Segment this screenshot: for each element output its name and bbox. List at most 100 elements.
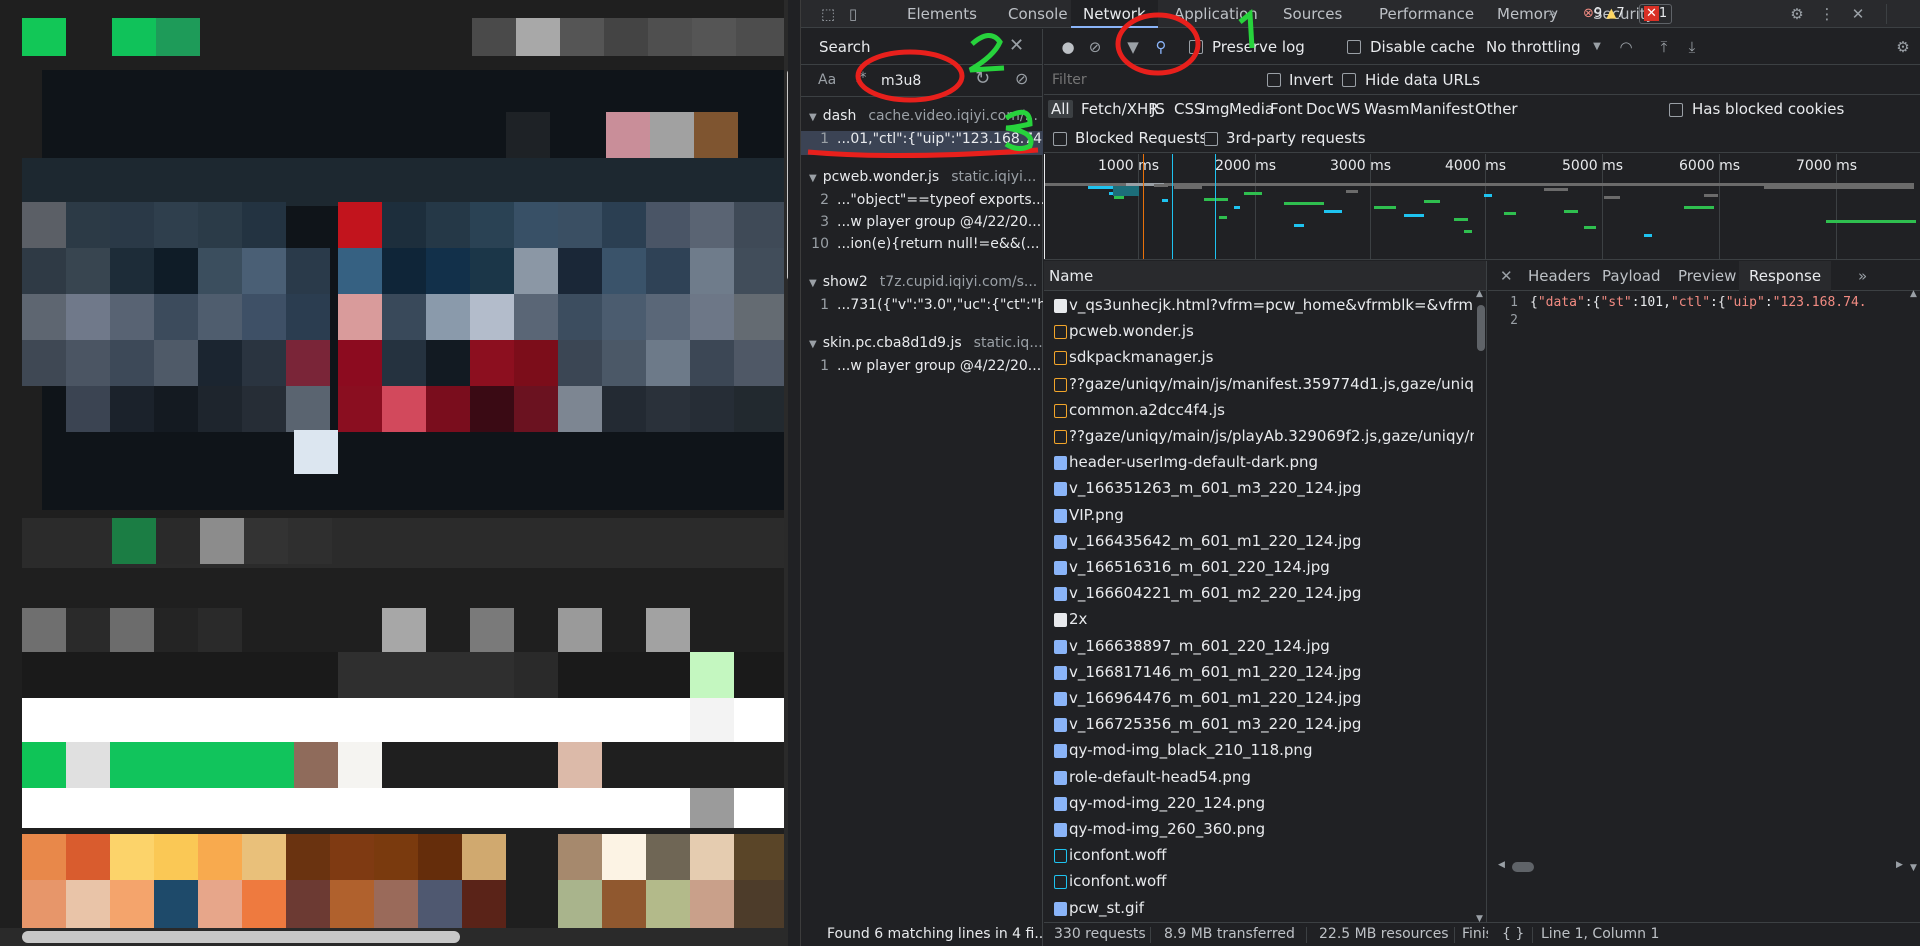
response-horizontal-scroll-thumb[interactable] xyxy=(1512,862,1534,872)
scroll-up-arrow-icon[interactable]: ▲ xyxy=(1910,289,1917,299)
request-row[interactable]: v_166516316_m_601_220_124.jpg xyxy=(1044,555,1474,581)
expanded-triangle-icon[interactable]: ▼ xyxy=(809,339,817,350)
type-filter-js[interactable]: JS xyxy=(1148,100,1168,118)
request-row[interactable]: v_166964476_m_601_m1_220_124.jpg xyxy=(1044,686,1474,712)
chevron-down-icon[interactable]: ▼ xyxy=(1587,37,1607,57)
expanded-triangle-icon[interactable]: ▼ xyxy=(809,278,817,289)
scroll-up-arrow-icon[interactable]: ▲ xyxy=(1476,289,1483,299)
type-filter-ws[interactable]: WS xyxy=(1333,100,1363,118)
type-filter-wasm[interactable]: Wasm xyxy=(1361,100,1413,118)
detail-tab-response[interactable]: Response xyxy=(1739,261,1832,291)
request-row[interactable]: qy-mod-img_260_360.png xyxy=(1044,817,1474,843)
tab-network[interactable]: Network xyxy=(1071,0,1158,28)
request-row[interactable]: pcweb.wonder.js xyxy=(1044,319,1474,345)
response-vertical-scrollbar[interactable]: ▲ ▼ xyxy=(1908,289,1920,884)
import-har-icon[interactable]: ⤒ xyxy=(1654,37,1674,57)
preserve-log-checkbox[interactable] xyxy=(1189,40,1203,54)
request-row[interactable]: common.a2dcc4f4.js xyxy=(1044,398,1474,424)
tab-elements[interactable]: Elements xyxy=(895,0,989,28)
request-row[interactable]: v_166351263_m_601_m3_220_124.jpg xyxy=(1044,476,1474,502)
search-result-line[interactable]: 3 ...w player group @4/22/20... xyxy=(801,214,1043,238)
has-blocked-cookies-checkbox[interactable] xyxy=(1669,103,1683,117)
gear-icon[interactable]: ⚙ xyxy=(1786,4,1808,24)
request-row[interactable]: ??gaze/uniqy/main/js/manifest.359774d1.j… xyxy=(1044,372,1474,398)
request-row[interactable]: qy-mod-img_220_124.png xyxy=(1044,791,1474,817)
response-body[interactable]: 1 {"data":{"st":101,"ctl":{"uip":"123.168… xyxy=(1488,295,1908,885)
request-row[interactable]: v_166435642_m_601_m1_220_124.jpg xyxy=(1044,529,1474,555)
search-input[interactable] xyxy=(877,69,983,93)
throttling-select[interactable]: No throttling xyxy=(1486,38,1581,56)
request-row[interactable]: role-default-head54.png xyxy=(1044,765,1474,791)
scroll-down-arrow-icon[interactable]: ▼ xyxy=(1910,863,1917,873)
device-toolbar-icon[interactable]: ▯ xyxy=(842,4,864,24)
issues-badge[interactable]: ✕ 1 xyxy=(1639,4,1673,24)
filter-icon[interactable]: ▼ xyxy=(1123,37,1143,57)
request-row[interactable]: ??gaze/uniqy/main/js/playAb.329069f2.js,… xyxy=(1044,424,1474,450)
request-row[interactable]: iconfont.woff xyxy=(1044,843,1474,869)
search-result-line[interactable]: 1 ...w player group @4/22/20... xyxy=(801,358,1043,382)
tab-sources[interactable]: Sources xyxy=(1271,0,1354,28)
tab-console[interactable]: Console xyxy=(996,0,1080,28)
scroll-left-arrow-icon[interactable]: ◀ xyxy=(1498,860,1505,870)
response-horizontal-scrollbar[interactable]: ◀ ▶ xyxy=(1498,860,1908,874)
request-row[interactable]: VIP.png xyxy=(1044,503,1474,529)
request-row[interactable]: iconfont.woff xyxy=(1044,869,1474,895)
clear-search-icon[interactable]: ⊘ xyxy=(1015,69,1028,88)
search-result-line[interactable]: 1 ...731({"v":"3.0","uc":{"ct":"ht... xyxy=(801,297,1043,321)
clear-log-icon[interactable]: ⊘ xyxy=(1085,37,1105,57)
network-timeline-overview[interactable]: 1000 ms 2000 ms 3000 ms 4000 ms 5000 ms 6000 … xyxy=(1044,154,1920,260)
close-devtools-icon[interactable]: ✕ xyxy=(1847,4,1869,24)
request-list-scroll-thumb[interactable] xyxy=(1477,305,1485,351)
detail-tab-preview[interactable]: Preview xyxy=(1668,261,1746,291)
inspect-element-icon[interactable]: ⬚ xyxy=(817,4,839,24)
request-row[interactable]: v_166817146_m_601_m1_220_124.jpg xyxy=(1044,660,1474,686)
search-result-line[interactable]: 10 ...ion(e){return null!=e&&(... xyxy=(801,236,1043,260)
search-result-file[interactable]: ▼ show2 t7z.cupid.iqiyi.com/s... xyxy=(809,274,1051,298)
search-result-file[interactable]: ▼ pcweb.wonder.js static.iqiyi... xyxy=(809,169,1051,193)
page-vertical-scroll-thumb[interactable] xyxy=(787,70,788,280)
third-party-checkbox[interactable] xyxy=(1204,132,1218,146)
network-conditions-icon[interactable]: ◠ xyxy=(1616,37,1636,57)
regex-toggle[interactable]: .* xyxy=(855,70,866,86)
request-row[interactable]: v_qs3unhecjk.html?vfrm=pcw_home&vfrmblk=… xyxy=(1044,293,1474,319)
export-har-icon[interactable]: ⤓ xyxy=(1682,37,1702,57)
search-result-line[interactable]: 1 ...01,"ctl":{"uip":"123.168.74... xyxy=(801,131,1043,155)
request-list-scrollbar[interactable]: ▲ ▼ xyxy=(1474,289,1486,922)
scroll-right-arrow-icon[interactable]: ▶ xyxy=(1896,860,1903,870)
network-settings-gear-icon[interactable]: ⚙ xyxy=(1893,37,1913,57)
record-icon[interactable]: ● xyxy=(1058,37,1078,57)
search-icon[interactable]: ⚲ xyxy=(1151,37,1171,57)
request-row[interactable]: 2x xyxy=(1044,607,1474,633)
hide-data-urls-checkbox[interactable] xyxy=(1342,73,1356,87)
scroll-down-arrow-icon[interactable]: ▼ xyxy=(1476,914,1483,922)
type-filter-manifest[interactable]: Manifest xyxy=(1407,100,1477,118)
tab-application[interactable]: Application xyxy=(1162,0,1270,28)
type-filter-font[interactable]: Font xyxy=(1267,100,1306,118)
format-icon[interactable]: { } xyxy=(1502,926,1524,942)
request-row[interactable]: header-userImg-default-dark.png xyxy=(1044,450,1474,476)
type-filter-other[interactable]: Other xyxy=(1472,100,1521,118)
request-row[interactable]: v_166604221_m_601_m2_220_124.jpg xyxy=(1044,581,1474,607)
request-row[interactable]: pcw_st.gif xyxy=(1044,896,1474,922)
type-filter-all[interactable]: All xyxy=(1048,100,1073,118)
tab-performance[interactable]: Performance xyxy=(1367,0,1486,28)
close-search-icon[interactable]: ✕ xyxy=(1009,35,1024,56)
request-row[interactable]: v_166725356_m_601_m3_220_124.jpg xyxy=(1044,712,1474,738)
refresh-search-icon[interactable]: ↻ xyxy=(975,68,990,89)
expanded-triangle-icon[interactable]: ▼ xyxy=(809,112,817,123)
detail-tab-headers[interactable]: Headers xyxy=(1518,261,1600,291)
chevron-double-right-icon[interactable]: » xyxy=(1848,261,1877,291)
filter-input[interactable] xyxy=(1050,68,1250,92)
request-row[interactable]: qy-mod-img_black_210_118.png xyxy=(1044,738,1474,764)
blocked-requests-checkbox[interactable] xyxy=(1053,132,1067,146)
name-column-header[interactable]: Name xyxy=(1049,267,1093,285)
detail-tab-payload[interactable]: Payload xyxy=(1592,261,1671,291)
search-result-file[interactable]: ▼ dash cache.video.iqiyi.com/... xyxy=(809,108,1051,132)
match-case-toggle[interactable]: Aa xyxy=(818,72,836,88)
kebab-menu-icon[interactable]: ⋮ xyxy=(1816,4,1838,24)
request-row[interactable]: v_166638897_m_601_220_124.jpg xyxy=(1044,634,1474,660)
page-horizontal-scroll-thumb[interactable] xyxy=(22,931,460,943)
disable-cache-checkbox[interactable] xyxy=(1347,40,1361,54)
request-row[interactable]: sdkpackmanager.js xyxy=(1044,345,1474,371)
errors-warnings-badge[interactable]: ⊗9 ▲7 xyxy=(1578,4,1630,24)
